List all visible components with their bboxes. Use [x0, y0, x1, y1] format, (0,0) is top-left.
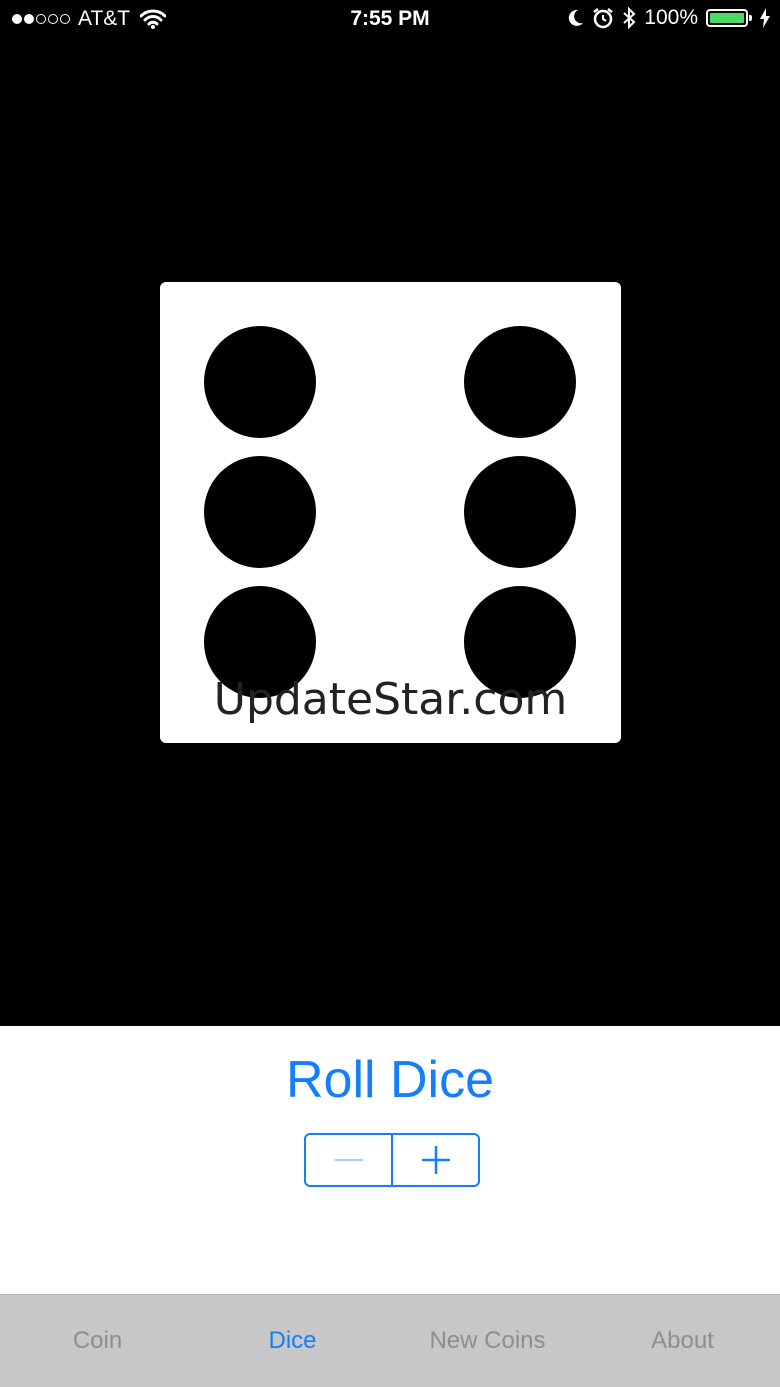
tab-coin[interactable]: Coin — [0, 1295, 195, 1387]
minus-icon — [334, 1159, 363, 1161]
pip — [204, 326, 316, 438]
status-bar: AT&T 7:55 PM 100% — [0, 0, 780, 40]
alarm-icon — [593, 8, 614, 29]
controls-panel: Roll Dice — [0, 1026, 780, 1294]
pip — [464, 456, 576, 568]
tab-dice[interactable]: Dice — [195, 1295, 390, 1387]
dice-count-stepper[interactable] — [304, 1133, 480, 1187]
bluetooth-icon — [623, 7, 636, 29]
plus-icon — [421, 1146, 450, 1174]
watermark: UpdateStar.com — [213, 674, 568, 725]
stepper-decrement-button[interactable] — [306, 1135, 393, 1185]
roll-dice-button[interactable]: Roll Dice — [0, 1050, 780, 1110]
charging-icon — [760, 8, 770, 28]
die-face-six: UpdateStar.com — [160, 282, 621, 743]
tab-about[interactable]: About — [585, 1295, 780, 1387]
pip — [204, 456, 316, 568]
dice-area: UpdateStar.com — [0, 0, 780, 1026]
tab-bar: Coin Dice New Coins About — [0, 1294, 780, 1387]
moon-icon — [569, 9, 584, 26]
tab-new-coins[interactable]: New Coins — [390, 1295, 585, 1387]
stepper-increment-button[interactable] — [393, 1135, 478, 1185]
pip — [464, 326, 576, 438]
battery-percent: 100% — [644, 6, 698, 29]
battery-icon — [706, 9, 752, 27]
status-right: 100% — [566, 6, 770, 30]
